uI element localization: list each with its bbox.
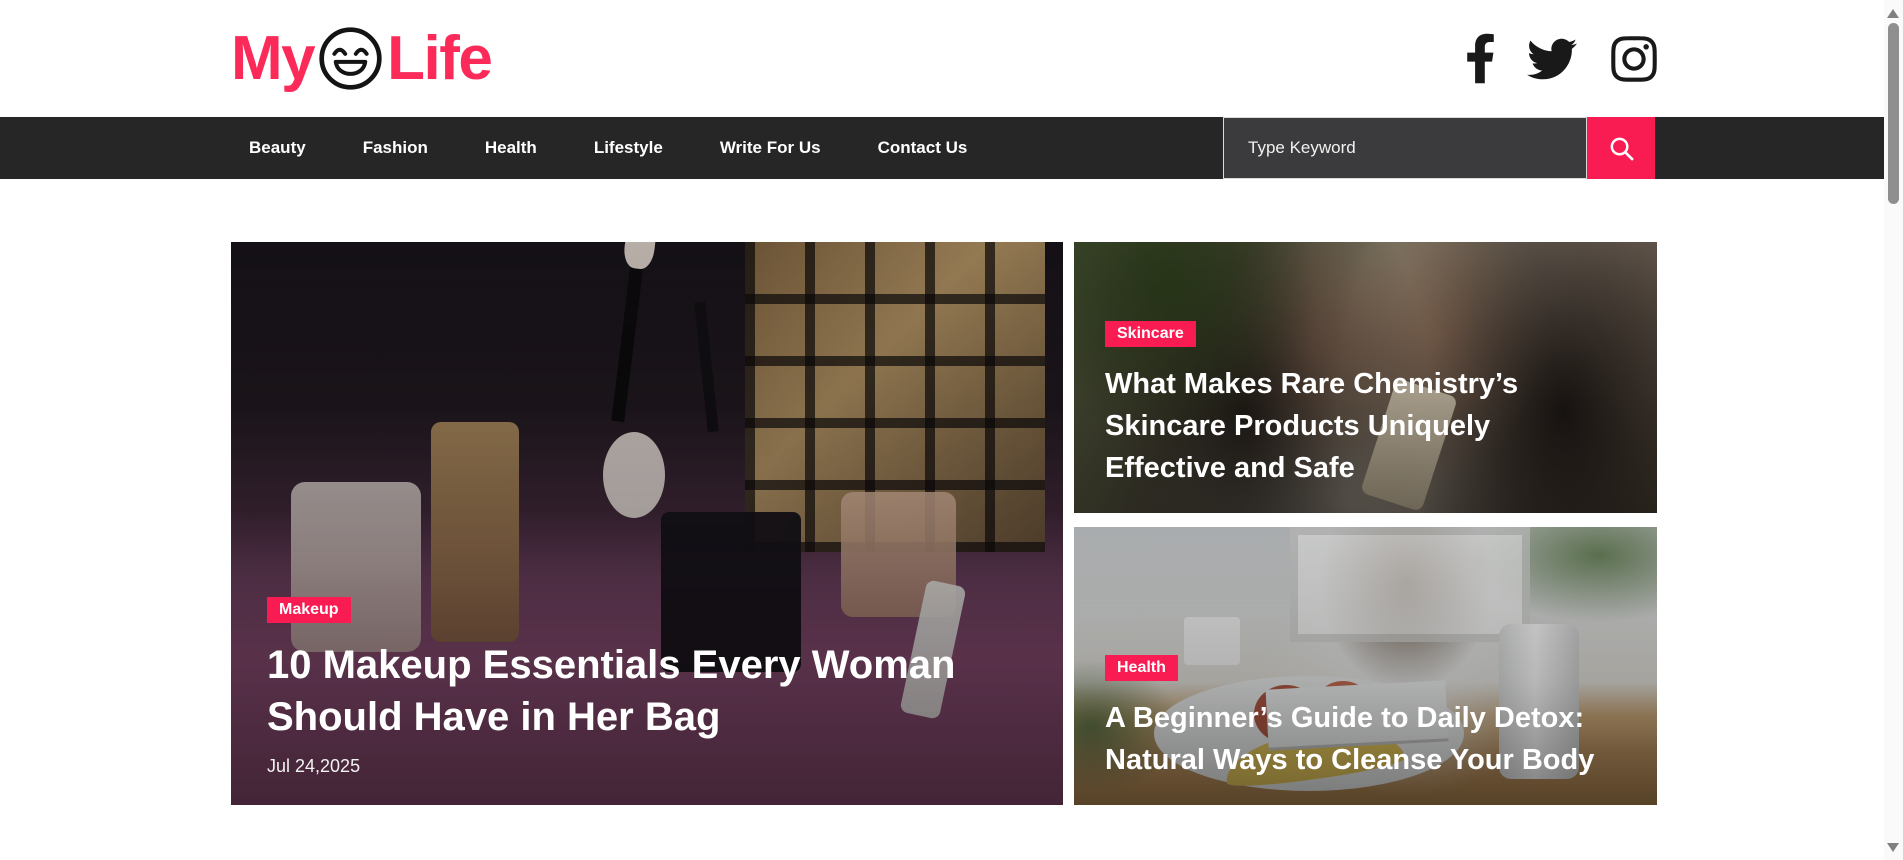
social-links [1465, 31, 1660, 86]
category-badge-health[interactable]: Health [1105, 655, 1178, 681]
health-article-title[interactable]: A Beginner’s Guide to Daily Detox: Natur… [1105, 697, 1600, 781]
search-input[interactable] [1223, 117, 1587, 179]
skincare-article-card[interactable]: Skincare What Makes Rare Chemistry’s Ski… [1074, 242, 1657, 513]
laughing-smiley-icon [317, 25, 384, 92]
scrollbar-down-arrow-icon[interactable] [1887, 843, 1899, 852]
scrollbar-thumb[interactable] [1888, 23, 1899, 204]
nav-item-contact-us[interactable]: Contact Us [878, 138, 968, 158]
featured-section: Makeup 10 Makeup Essentials Every Woman … [231, 242, 1657, 805]
decor-makeup-brush [611, 262, 643, 422]
health-article-card[interactable]: Health A Beginner’s Guide to Daily Detox… [1074, 527, 1657, 805]
featured-article-date: Jul 24,2025 [267, 756, 1037, 777]
skincare-article-content: Skincare What Makes Rare Chemistry’s Ski… [1105, 321, 1631, 489]
twitter-icon[interactable] [1524, 34, 1580, 84]
nav-item-health[interactable]: Health [485, 138, 537, 158]
vertical-scrollbar[interactable] [1884, 0, 1903, 860]
skincare-article-title[interactable]: What Makes Rare Chemistry’s Skincare Pro… [1105, 363, 1600, 489]
category-badge-skincare[interactable]: Skincare [1105, 321, 1196, 347]
logo-text-life: Life [387, 28, 491, 90]
featured-article-content: Makeup 10 Makeup Essentials Every Woman … [267, 597, 1037, 777]
logo-text-my: My [231, 28, 314, 90]
scrollbar-up-arrow-icon[interactable] [1887, 9, 1899, 18]
page: My Life Beauty Fashion Hea [0, 0, 1884, 860]
main-nav: Beauty Fashion Health Lifestyle Write Fo… [0, 117, 1884, 179]
nav-item-fashion[interactable]: Fashion [363, 138, 428, 158]
nav-item-write-for-us[interactable]: Write For Us [720, 138, 821, 158]
site-logo[interactable]: My Life [231, 25, 491, 92]
search-icon [1608, 135, 1635, 162]
search-bar [1223, 117, 1655, 179]
nav-menu: Beauty Fashion Health Lifestyle Write Fo… [249, 138, 967, 158]
category-badge-makeup[interactable]: Makeup [267, 597, 351, 623]
secondary-articles-column: Skincare What Makes Rare Chemistry’s Ski… [1074, 242, 1657, 805]
facebook-icon[interactable] [1465, 31, 1496, 86]
health-article-content: Health A Beginner’s Guide to Daily Detox… [1105, 655, 1631, 781]
decor-window [1290, 527, 1530, 642]
decor-beauty-sponge [603, 432, 665, 518]
search-button[interactable] [1587, 117, 1655, 179]
featured-article-title[interactable]: 10 Makeup Essentials Every Woman Should … [267, 639, 967, 743]
decor-eyeshadow-palette [745, 242, 1045, 552]
site-header: My Life [0, 0, 1884, 117]
featured-article-card[interactable]: Makeup 10 Makeup Essentials Every Woman … [231, 242, 1063, 805]
nav-item-beauty[interactable]: Beauty [249, 138, 306, 158]
nav-item-lifestyle[interactable]: Lifestyle [594, 138, 663, 158]
decor-makeup-brush [694, 302, 719, 432]
instagram-icon[interactable] [1608, 33, 1660, 85]
